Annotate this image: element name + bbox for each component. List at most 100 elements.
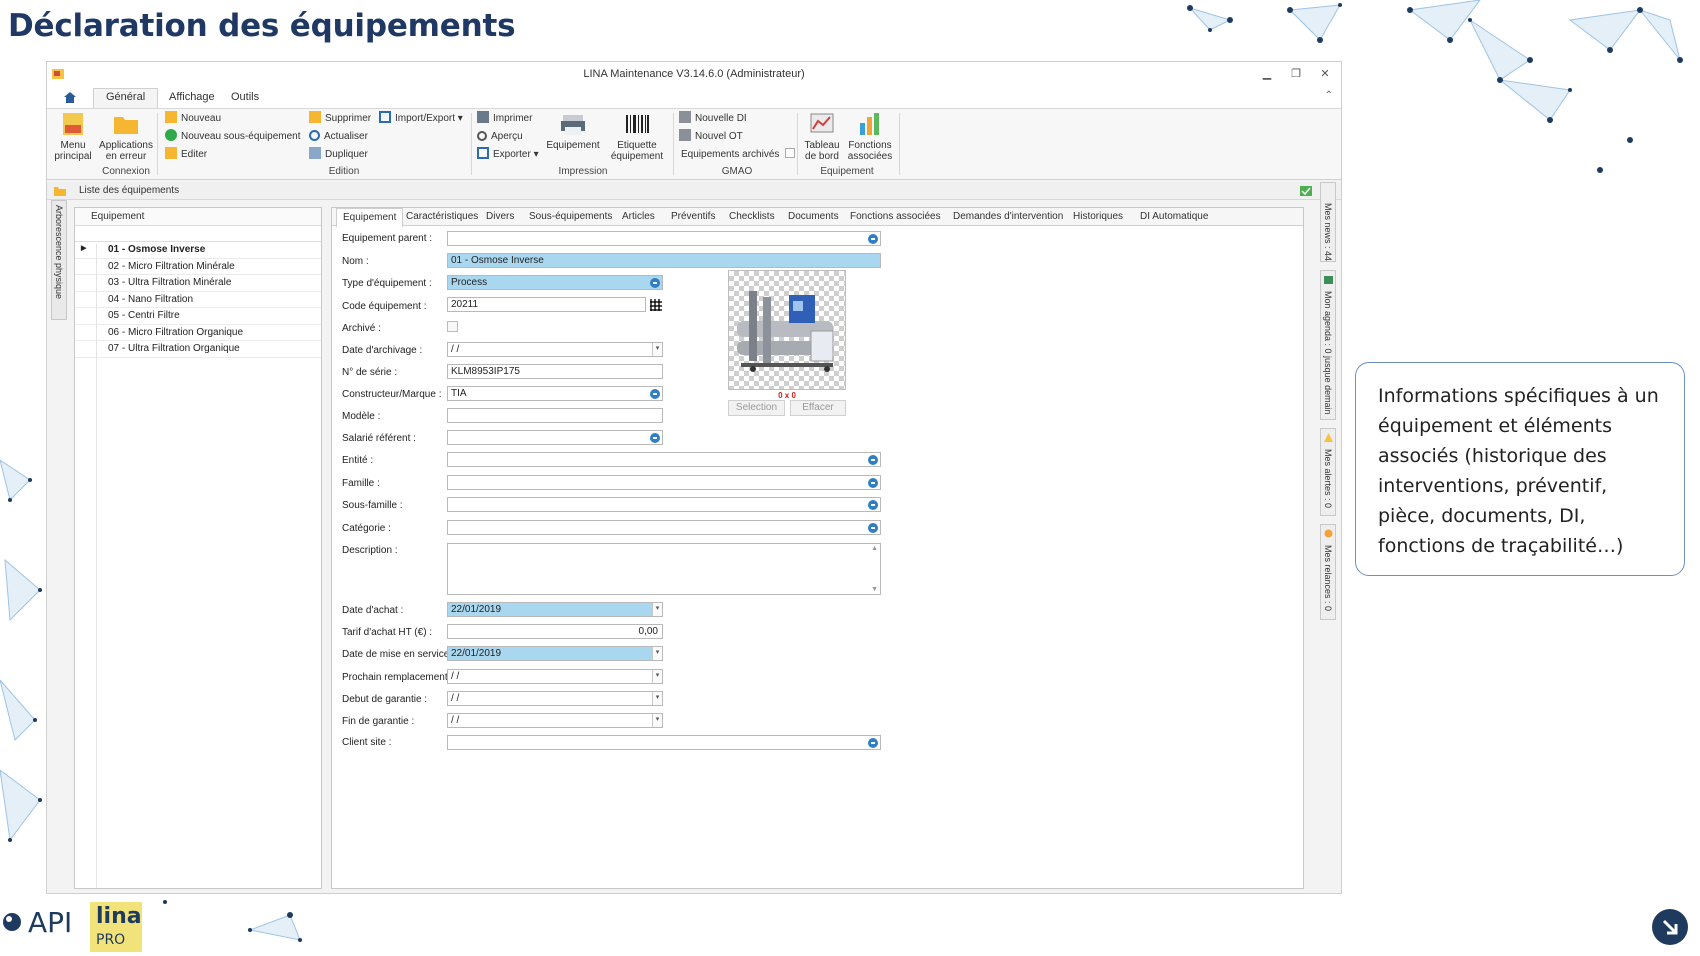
fonctions-associees-button[interactable]: Fonctions associées (845, 111, 895, 162)
nouvelle-di-button[interactable]: Nouvelle DI (679, 111, 747, 127)
constructeur-field[interactable]: TIA (447, 386, 663, 401)
modele-field[interactable] (447, 408, 663, 423)
dupliquer-button[interactable]: Dupliquer (309, 147, 368, 163)
type-field[interactable]: Process (447, 275, 663, 290)
home-icon[interactable] (63, 91, 77, 104)
panel-action-icon[interactable] (1299, 185, 1313, 197)
dropdown-icon[interactable]: ▾ (652, 343, 662, 356)
client-site-field[interactable] (447, 735, 881, 750)
tab-caracteristiques[interactable]: Caractéristiques (406, 211, 478, 222)
mes-news-tab[interactable]: Mes news : 44 (1320, 182, 1336, 262)
close-button[interactable]: ✕ (1317, 67, 1333, 80)
tab-affichage[interactable]: Affichage (169, 91, 215, 103)
menu-principal-button[interactable]: Menu principal (53, 111, 93, 162)
tree-item[interactable]: 04 - Nano Filtration (75, 292, 321, 308)
tableau-de-bord-button[interactable]: Tableau de bord (801, 111, 843, 162)
mon-agenda-tab[interactable]: Mon agenda : 0 jusque demain (1320, 270, 1336, 420)
description-field[interactable]: ▲ ▼ (447, 543, 881, 595)
sous-famille-field[interactable] (447, 497, 881, 512)
dropdown-icon[interactable]: ▾ (652, 714, 662, 727)
mes-alertes-tab[interactable]: Mes alertes : 0 (1320, 428, 1336, 516)
tab-demandes-intervention[interactable]: Demandes d'intervention (953, 211, 1063, 222)
scroll-up-icon[interactable]: ▲ (871, 545, 878, 552)
famille-field[interactable] (447, 475, 881, 490)
minimize-button[interactable]: ▁ (1259, 67, 1275, 80)
qr-code-icon[interactable] (650, 299, 662, 311)
lookup-icon[interactable] (868, 234, 878, 244)
tab-historiques[interactable]: Historiques (1073, 211, 1123, 222)
tab-articles[interactable]: Articles (622, 211, 655, 222)
lookup-icon[interactable] (868, 523, 878, 533)
debut-garantie-field[interactable]: / / ▾ (447, 691, 663, 706)
restore-button[interactable]: ❐ (1288, 67, 1304, 80)
editer-button[interactable]: Editer (165, 147, 207, 163)
lookup-icon[interactable] (868, 738, 878, 748)
tree-item[interactable]: ▶ 01 - Osmose Inverse (75, 242, 321, 259)
equipment-photo[interactable] (728, 270, 846, 390)
tarif-field[interactable]: 0,00 (447, 624, 663, 639)
equipement-parent-field[interactable] (447, 231, 881, 246)
tab-documents[interactable]: Documents (788, 211, 839, 222)
salarie-field[interactable] (447, 430, 663, 445)
code-field[interactable]: 20211 (447, 297, 646, 312)
lookup-icon[interactable] (868, 500, 878, 510)
tree-item[interactable]: 05 - Centri Filtre (75, 308, 321, 325)
tree-item[interactable]: 07 - Ultra Filtration Organique (75, 341, 321, 358)
nouveau-sous-equipement-button[interactable]: Nouveau sous-équipement (165, 129, 301, 145)
etiquette-button[interactable]: Etiquette équipement (607, 111, 667, 162)
entite-field[interactable] (447, 452, 881, 467)
tab-checklists[interactable]: Checklists (729, 211, 775, 222)
tree-item[interactable]: 03 - Ultra Filtration Minérale (75, 275, 321, 292)
tree-filter-row[interactable] (75, 226, 321, 242)
nouveau-button[interactable]: Nouveau (165, 111, 221, 127)
categorie-field[interactable] (447, 520, 881, 535)
dropdown-icon[interactable]: ▾ (652, 670, 662, 683)
tab-equipement[interactable]: Equipement (336, 208, 404, 227)
label-date-achat: Date d'achat : (342, 605, 404, 616)
lookup-icon[interactable] (650, 278, 660, 288)
arborescence-physique-tab[interactable]: Arborescence physique (51, 200, 67, 320)
archives-checkbox[interactable] (785, 148, 796, 158)
scroll-down-icon[interactable]: ▼ (871, 586, 878, 593)
applications-erreur-button[interactable]: Applications en erreur (99, 111, 153, 162)
lookup-icon[interactable] (868, 455, 878, 465)
dropdown-icon[interactable]: ▾ (652, 647, 662, 660)
import-export-button[interactable]: Import/Export ▾ (379, 111, 463, 127)
equipements-archives-toggle[interactable]: Equipements archivés (681, 147, 796, 163)
apercu-button[interactable]: Aperçu (477, 129, 523, 145)
tab-fonctions-associees[interactable]: Fonctions associées (850, 211, 941, 222)
tree-item[interactable]: 02 - Micro Filtration Minérale (75, 259, 321, 275)
tree-item[interactable]: 06 - Micro Filtration Organique (75, 325, 321, 341)
tree-column-header[interactable]: Equipement (75, 208, 321, 226)
date-service-field[interactable]: 22/01/2019 ▾ (447, 646, 663, 661)
dropdown-icon[interactable]: ▾ (652, 692, 662, 705)
exporter-button[interactable]: Exporter ▾ (477, 147, 539, 163)
imprimer-button[interactable]: Imprimer (477, 111, 532, 127)
date-achat-field[interactable]: 22/01/2019 ▾ (447, 602, 663, 617)
nouvel-ot-button[interactable]: Nouvel OT (679, 129, 743, 145)
nom-field[interactable]: 01 - Osmose Inverse (447, 253, 881, 268)
lookup-icon[interactable] (868, 478, 878, 488)
lookup-icon[interactable] (650, 389, 660, 399)
image-effacer-button[interactable]: Effacer (790, 400, 846, 416)
date-archivage-field[interactable]: / / ▾ (447, 342, 663, 357)
tab-di-automatique[interactable]: DI Automatique (1140, 211, 1208, 222)
tab-preventifs[interactable]: Préventifs (671, 211, 715, 222)
dropdown-icon[interactable]: ▾ (652, 603, 662, 616)
tab-divers[interactable]: Divers (486, 211, 514, 222)
collapse-ribbon-icon[interactable]: ⌃ (1325, 90, 1333, 101)
tab-outils[interactable]: Outils (231, 91, 259, 103)
prochain-field[interactable]: / / ▾ (447, 669, 663, 684)
archive-checkbox[interactable] (447, 321, 458, 332)
next-slide-button[interactable] (1652, 909, 1688, 945)
image-selection-button[interactable]: Selection (728, 400, 785, 416)
fin-garantie-field[interactable]: / / ▾ (447, 713, 663, 728)
actualiser-button[interactable]: Actualiser (309, 129, 368, 145)
tab-general[interactable]: Général (93, 88, 159, 109)
serie-field[interactable]: KLM8953IP175 (447, 364, 663, 379)
lookup-icon[interactable] (650, 433, 660, 443)
print-equipement-button[interactable]: Equipement (545, 111, 601, 151)
tab-sous-equipements[interactable]: Sous-équipements (529, 211, 612, 222)
supprimer-button[interactable]: Supprimer (309, 111, 371, 127)
mes-relances-tab[interactable]: Mes relances : 0 (1320, 524, 1336, 620)
